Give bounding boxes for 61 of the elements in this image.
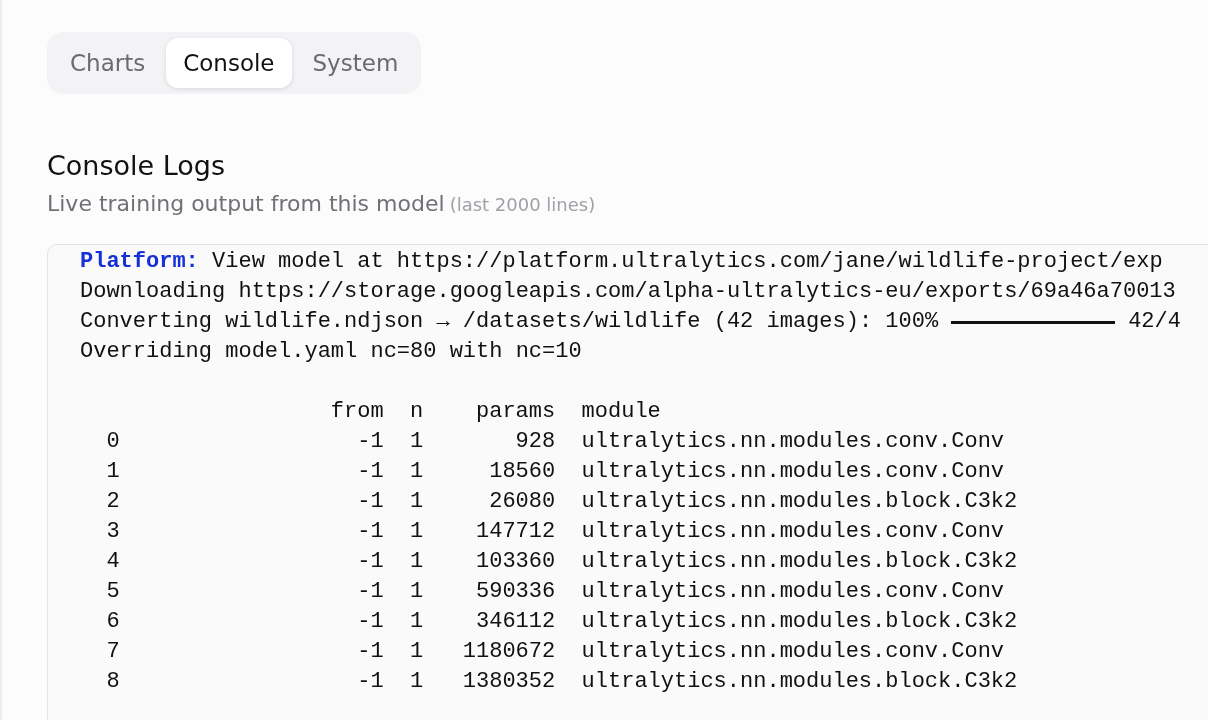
log-line: Converting wildlife.ndjson → /datasets/wildlife (42 images): 100%: [80, 308, 939, 336]
table-cell-text: -1: [356, 428, 384, 456]
line-limit-note: (last 2000 lines): [449, 194, 596, 215]
table-cell-text: ultralytics.nn.modules.block.C3k2: [581, 668, 1018, 696]
table-cell-text: -1: [356, 458, 384, 486]
table-cell-text: 1180672: [461, 638, 556, 666]
table-cell-text: 1: [106, 458, 121, 486]
log-line: Overriding model.yaml nc=80 with nc=10: [80, 338, 582, 366]
table-cell-text: -1: [356, 638, 384, 666]
table-cell-text: 1: [410, 578, 424, 606]
table-cell-text: -1: [356, 518, 384, 546]
column-header: from: [329, 398, 384, 426]
log-line: Downloading https://storage.googleapis.com/alpha-ultralytics-eu/exports/69a46a70013: [80, 278, 1176, 306]
table-cell-text: -1: [356, 488, 384, 516]
table-cell-text: 4: [106, 548, 121, 576]
table-cell-text: 6: [106, 608, 121, 636]
table-cell-text: ultralytics.nn.modules.conv.Conv: [581, 428, 1006, 456]
tab[interactable]: System: [295, 38, 416, 88]
column-header: module: [581, 398, 662, 426]
column-header: n: [410, 398, 424, 426]
table-cell-text: -1: [356, 548, 384, 576]
table-cell-text: 2: [106, 488, 121, 516]
table-cell-text: ultralytics.nn.modules.block.C3k2: [581, 608, 1018, 636]
log-tag: Platform:: [80, 247, 199, 277]
column-header: params: [475, 398, 556, 426]
table-cell-text: 1: [410, 458, 424, 486]
table-cell-text: 8: [106, 668, 121, 696]
table-cell-text: 1: [410, 428, 424, 456]
table-cell-text: 147712: [475, 518, 556, 546]
table-cell-text: 3: [106, 518, 121, 546]
table-cell-text: 1: [410, 548, 424, 576]
table-cell-text: 0: [106, 428, 121, 456]
tab[interactable]: Charts: [53, 38, 163, 88]
table-cell-text: 590336: [475, 578, 556, 606]
section-subtitle: Live training output from this model: [47, 191, 445, 216]
table-cell-text: ultralytics.nn.modules.block.C3k2: [581, 488, 1018, 516]
table-cell-text: 7: [106, 638, 121, 666]
table-cell-text: 1: [410, 518, 424, 546]
progress-count: 42/4: [1128, 308, 1181, 336]
table-cell-text: ultralytics.nn.modules.block.C3k2: [581, 548, 1018, 576]
table-cell-text: -1: [356, 608, 384, 636]
table-cell-text: ultralytics.nn.modules.conv.Conv: [581, 458, 1006, 486]
table-cell-text: 1: [410, 638, 424, 666]
table-cell-text: ultralytics.nn.modules.conv.Conv: [581, 518, 1006, 546]
table-cell-text: 1380352: [461, 668, 556, 696]
table-cell-text: 26080: [488, 488, 556, 516]
table-cell-text: 1: [410, 608, 424, 636]
table-cell-text: 346112: [475, 608, 556, 636]
table-cell-text: 928: [514, 428, 556, 456]
table-cell-text: 1: [410, 488, 424, 516]
section-title: Console Logs: [47, 150, 227, 181]
table-cell-text: 1: [410, 668, 424, 696]
table-cell-text: 18560: [488, 458, 556, 486]
log-line: View model at https://platform.ultralytics.com/jane/wildlife-project/exp: [211, 248, 1163, 276]
tab[interactable]: Console: [166, 38, 292, 88]
table-cell-text: ultralytics.nn.modules.conv.Conv: [581, 638, 1006, 666]
table-cell-text: ultralytics.nn.modules.conv.Conv: [581, 578, 1006, 606]
table-cell-text: 5: [106, 578, 121, 606]
table-cell-text: -1: [356, 668, 384, 696]
table-cell-text: 103360: [475, 548, 556, 576]
table-cell-text: -1: [356, 578, 384, 606]
